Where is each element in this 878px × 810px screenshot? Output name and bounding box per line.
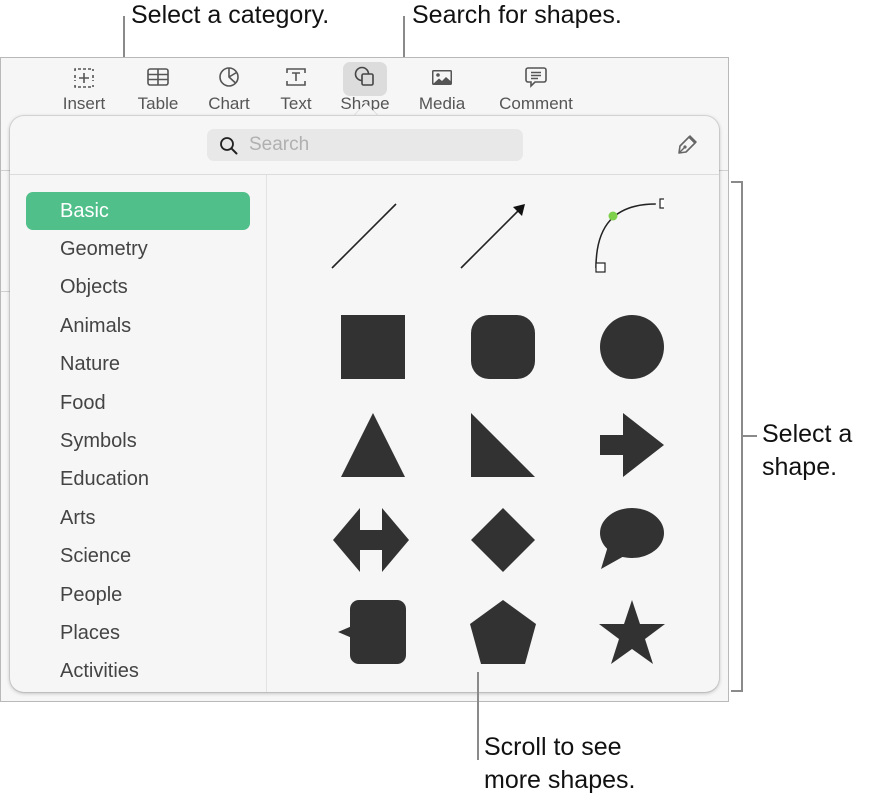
- category-list: Basic Geometry Objects Animals Nature Food Sym…: [26, 192, 250, 691]
- toolbar-text-button[interactable]: Text: [273, 64, 319, 118]
- shape-bracket-tick: [743, 435, 757, 437]
- toolbar-text-label: Text: [280, 94, 312, 113]
- curve-icon: [595, 198, 664, 273]
- shape-grid: [300, 196, 710, 676]
- shape-arrow-line[interactable]: [450, 196, 534, 280]
- shape-speech-bubble[interactable]: [590, 488, 674, 572]
- category-item-objects[interactable]: Objects: [26, 268, 250, 306]
- sidebar-divider: [266, 175, 267, 692]
- search-callout: Search for shapes.: [412, 1, 622, 29]
- chart-icon: [219, 67, 239, 87]
- shape-curve[interactable]: [580, 196, 664, 280]
- shape-pentagon[interactable]: [460, 586, 544, 670]
- toolbar-comment-button[interactable]: Comment: [491, 64, 581, 118]
- category-callout: Select a category.: [131, 1, 330, 29]
- search-icon: [220, 137, 238, 155]
- line-icon: [331, 203, 397, 269]
- toolbar-table-button[interactable]: Table: [131, 64, 185, 118]
- speech-bubble-icon: [600, 508, 664, 569]
- category-item-food[interactable]: Food: [26, 384, 250, 422]
- toolbar-chart-button[interactable]: Chart: [201, 64, 257, 118]
- scroll-callout-line: [477, 672, 479, 760]
- circle-icon: [600, 315, 664, 379]
- arrow-line-icon: [460, 204, 525, 269]
- category-item-science[interactable]: Science: [26, 537, 250, 575]
- shape-callout-line2: shape.: [762, 453, 838, 481]
- table-icon: [147, 68, 169, 86]
- text-box-icon: [286, 68, 306, 86]
- window-divider: [718, 170, 728, 171]
- popover-caret: [354, 103, 378, 116]
- scroll-callout-line1: Scroll to see: [484, 733, 622, 761]
- callout-square-icon: [338, 600, 406, 664]
- star-icon: [599, 600, 665, 664]
- comment-icon: [525, 67, 547, 88]
- square-icon: [341, 315, 405, 379]
- toolbar-insert-button[interactable]: Insert: [55, 64, 113, 118]
- toolbar-media-button[interactable]: Media: [413, 64, 471, 118]
- shape-arrow-right[interactable]: [590, 393, 674, 477]
- toolbar-comment-label: Comment: [499, 94, 573, 113]
- pen-tool-icon[interactable]: [674, 132, 700, 158]
- insert-icon: [74, 68, 94, 88]
- shape-star[interactable]: [590, 586, 674, 670]
- category-item-people[interactable]: People: [26, 576, 250, 614]
- category-item-activities[interactable]: Activities: [26, 652, 250, 690]
- category-item-arts[interactable]: Arts: [26, 499, 250, 537]
- shape-line[interactable]: [320, 196, 404, 280]
- shape-diamond[interactable]: [460, 488, 544, 572]
- shape-search-field[interactable]: [207, 129, 523, 161]
- toolbar-media-label: Media: [418, 94, 466, 113]
- category-item-basic[interactable]: Basic: [26, 192, 250, 230]
- arrow-right-icon: [600, 413, 664, 477]
- right-triangle-icon: [471, 413, 535, 477]
- shape-callout-line1: Select a: [762, 420, 853, 448]
- curve-control-point: [608, 211, 618, 221]
- shape-icon: [354, 66, 374, 86]
- triangle-icon: [341, 413, 405, 477]
- shape-circle[interactable]: [590, 296, 674, 380]
- popover-divider: [10, 174, 719, 175]
- category-item-nature[interactable]: Nature: [26, 345, 250, 383]
- diamond-icon: [471, 508, 535, 572]
- scroll-callout-line2: more shapes.: [484, 766, 636, 794]
- category-item-education[interactable]: Education: [26, 460, 250, 498]
- shape-double-arrow[interactable]: [330, 488, 414, 572]
- toolbar-chart-label: Chart: [208, 94, 250, 113]
- category-item-geometry[interactable]: Geometry: [26, 230, 250, 268]
- shape-callout-square[interactable]: [330, 586, 414, 670]
- media-icon: [432, 70, 452, 85]
- pentagon-icon: [470, 600, 536, 664]
- shape-rounded-square[interactable]: [460, 296, 544, 380]
- shape-right-triangle[interactable]: [460, 393, 544, 477]
- shape-popover: BasicGeometryObjectsAnimalsNatureFoodSym…: [10, 116, 719, 692]
- toolbar-table-label: Table: [137, 94, 179, 113]
- search-input[interactable]: [249, 129, 509, 161]
- shape-bracket-bottom: [731, 690, 743, 692]
- toolbar-insert-label: Insert: [62, 94, 106, 113]
- shape-square[interactable]: [330, 296, 414, 380]
- rounded-square-icon: [471, 315, 535, 379]
- double-arrow-icon: [333, 508, 409, 572]
- category-item-symbols[interactable]: Symbols: [26, 422, 250, 460]
- category-item-places[interactable]: Places: [26, 614, 250, 652]
- category-item-animals[interactable]: Animals: [26, 307, 250, 345]
- shape-triangle[interactable]: [330, 393, 414, 477]
